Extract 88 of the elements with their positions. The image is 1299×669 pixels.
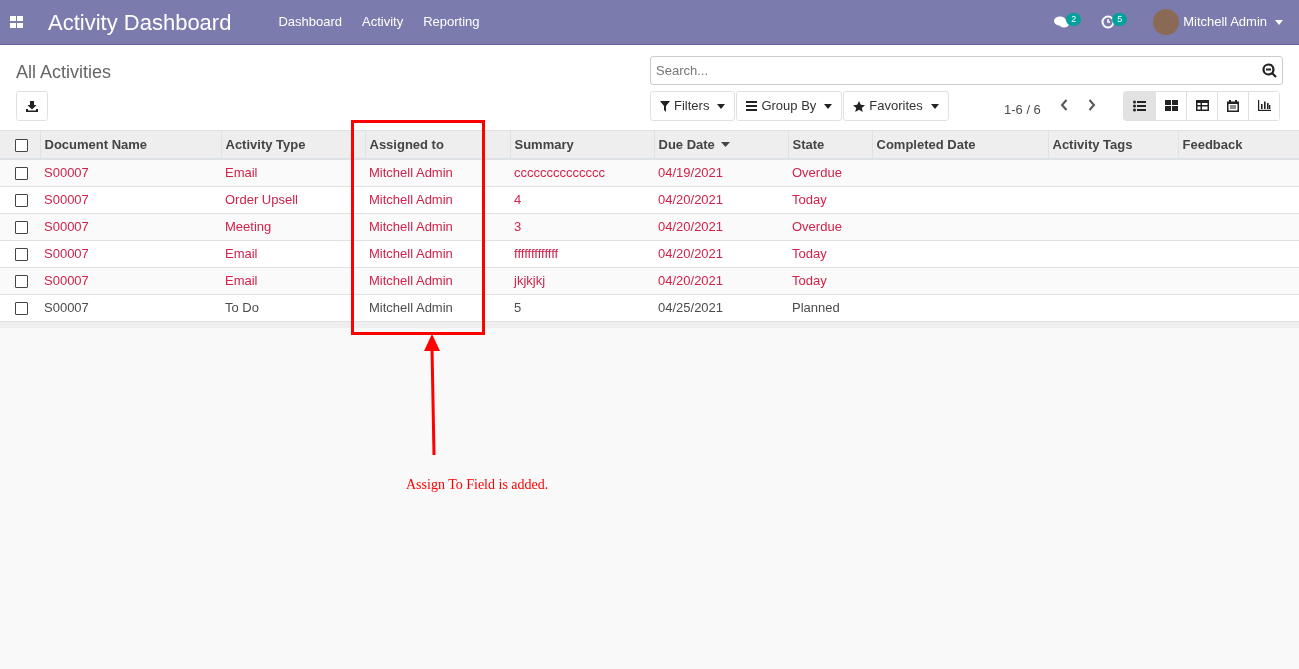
table-cell: Email: [225, 245, 258, 261]
filter-dropdown[interactable]: Filters: [650, 91, 736, 121]
download-icon: [26, 100, 38, 112]
table-cell: Mitchell Admin: [369, 299, 453, 315]
caret-icon: [717, 103, 726, 109]
table-cell: Mitchell Admin: [369, 272, 453, 288]
table-cell: Mitchell Admin: [369, 245, 453, 261]
table-cell: S00007: [44, 191, 89, 207]
menu-item[interactable]: Reporting: [423, 12, 480, 32]
table-cell: 5: [514, 299, 522, 315]
pager-value: 1-6 / 6: [1004, 101, 1041, 119]
table-cell: To Do: [225, 299, 259, 315]
filter-dropdown[interactable]: Group By: [736, 91, 843, 121]
table-cell: S00007: [44, 272, 89, 288]
column-header[interactable]: State: [792, 134, 825, 155]
column-header[interactable]: Assigned to: [369, 134, 444, 155]
column-header[interactable]: Document Name: [44, 134, 148, 155]
table-cell: fffffffffffff: [514, 245, 559, 261]
table-cell: Email: [225, 272, 258, 288]
list-icon: [1133, 100, 1146, 112]
checkbox[interactable]: [15, 167, 28, 181]
clock-icon[interactable]: [1101, 15, 1116, 29]
table-cell: Meeting: [225, 218, 272, 234]
table-cell: 04/25/2021: [658, 299, 724, 315]
calendar-icon: [1226, 100, 1240, 112]
message-count-badge: 2: [1066, 12, 1082, 26]
kanban-icon: [1164, 100, 1178, 112]
view-switch-button[interactable]: [1124, 92, 1155, 120]
checkbox[interactable]: [15, 138, 28, 152]
column-header[interactable]: Activity Type: [225, 134, 306, 155]
table-cell: Overdue: [792, 218, 842, 234]
caret-icon: [824, 103, 833, 109]
star-icon: [853, 100, 866, 112]
list-lines-icon: [746, 101, 758, 111]
column-header[interactable]: Feedback: [1182, 134, 1243, 155]
download-button[interactable]: [16, 91, 48, 121]
table-cell: 04/20/2021: [658, 191, 724, 207]
menu-item[interactable]: Activity: [362, 12, 404, 32]
user-menu[interactable]: Mitchell Admin: [1183, 12, 1283, 32]
app-title: Activity Dashboard: [48, 8, 232, 37]
table-cell: S00007: [44, 245, 89, 261]
view-switch-button[interactable]: [1248, 92, 1279, 120]
checkbox[interactable]: [15, 220, 28, 234]
table-cell: S00007: [44, 218, 89, 234]
previous-icon[interactable]: [1060, 99, 1068, 111]
table-cell: 04/20/2021: [658, 272, 724, 288]
avatar-image: [1153, 9, 1180, 35]
table-cell: cccccccccccccc: [514, 165, 605, 180]
column-header[interactable]: Activity Tags: [1052, 134, 1133, 155]
caret-icon: [930, 103, 939, 109]
table-cell: Today: [792, 245, 827, 261]
table-cell: Today: [792, 191, 827, 207]
table-cell: S00007: [44, 299, 89, 315]
page-title: All Activities: [16, 61, 112, 84]
table-cell: Overdue: [792, 165, 842, 180]
table-cell: 04/20/2021: [658, 245, 724, 261]
apps-menu-icon[interactable]: [10, 16, 23, 28]
checkbox[interactable]: [15, 247, 28, 261]
table-cell: Email: [225, 165, 258, 180]
bar-chart-icon: [1257, 100, 1271, 112]
search-icon[interactable]: [1262, 63, 1277, 78]
table-cell: S00007: [44, 165, 89, 180]
table-cell: Mitchell Admin: [369, 165, 453, 180]
table-cell: 04/19/2021: [658, 165, 724, 180]
table-cell: Order Upsell: [225, 191, 298, 207]
menu-item[interactable]: Dashboard: [278, 12, 343, 32]
table-cell: jkjkjkj: [514, 272, 546, 288]
checkbox[interactable]: [15, 301, 28, 315]
funnel-icon: [660, 100, 670, 112]
caret-icon: [1275, 19, 1283, 25]
table-cell: Mitchell Admin: [369, 218, 453, 234]
table-cell: 3: [514, 218, 522, 234]
filter-dropdown[interactable]: Favorites: [843, 91, 949, 121]
checkbox[interactable]: [15, 193, 28, 207]
next-icon[interactable]: [1088, 99, 1096, 111]
table-cell: Planned: [792, 299, 840, 315]
column-header[interactable]: Due Date: [658, 134, 730, 155]
activity-count-badge: 5: [1112, 12, 1128, 26]
search-field[interactable]: Search...: [650, 56, 1283, 85]
column-header[interactable]: Completed Date: [876, 134, 976, 155]
table-cell: 04/20/2021: [658, 218, 724, 234]
table-cell: Mitchell Admin: [369, 191, 453, 207]
column-header[interactable]: Summary: [514, 134, 574, 155]
checkbox[interactable]: [15, 274, 28, 288]
table-cell: 4: [514, 191, 522, 207]
annotation-note: Assign To Field is added.: [406, 476, 549, 494]
table-icon: [1195, 100, 1209, 112]
table-cell: Today: [792, 272, 827, 288]
